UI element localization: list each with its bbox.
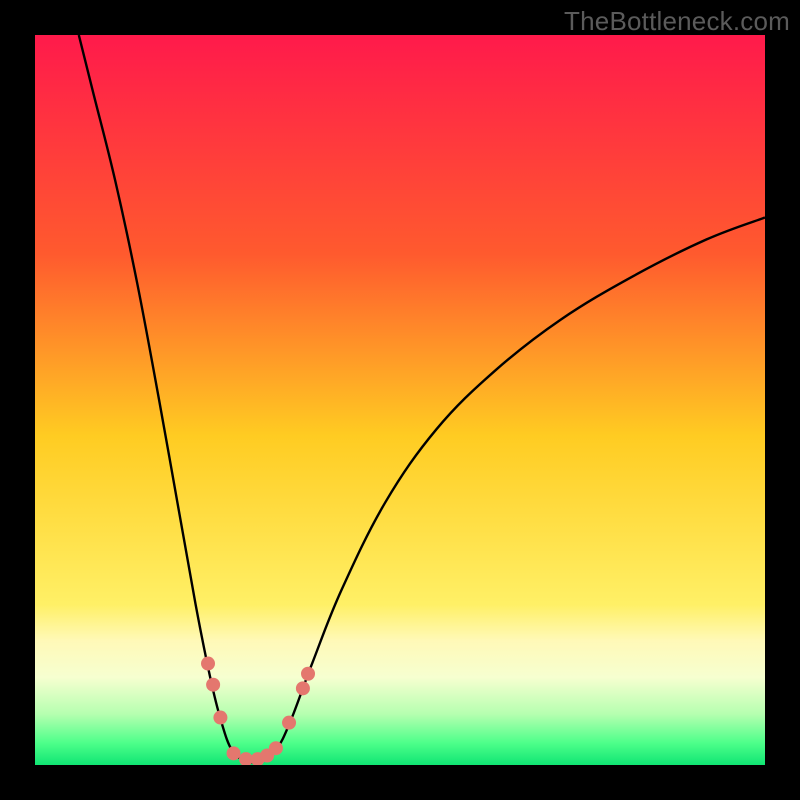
data-marker: [201, 657, 215, 671]
data-marker: [296, 681, 310, 695]
data-marker: [269, 741, 283, 755]
outer-frame: TheBottleneck.com: [0, 0, 800, 800]
data-marker: [227, 746, 241, 760]
chart-svg: [35, 35, 765, 765]
data-marker: [301, 667, 315, 681]
watermark-text: TheBottleneck.com: [564, 6, 790, 37]
data-marker: [282, 716, 296, 730]
gradient-bg: [35, 35, 765, 765]
data-marker: [213, 711, 227, 725]
data-marker: [206, 678, 220, 692]
plot-area: [35, 35, 765, 765]
